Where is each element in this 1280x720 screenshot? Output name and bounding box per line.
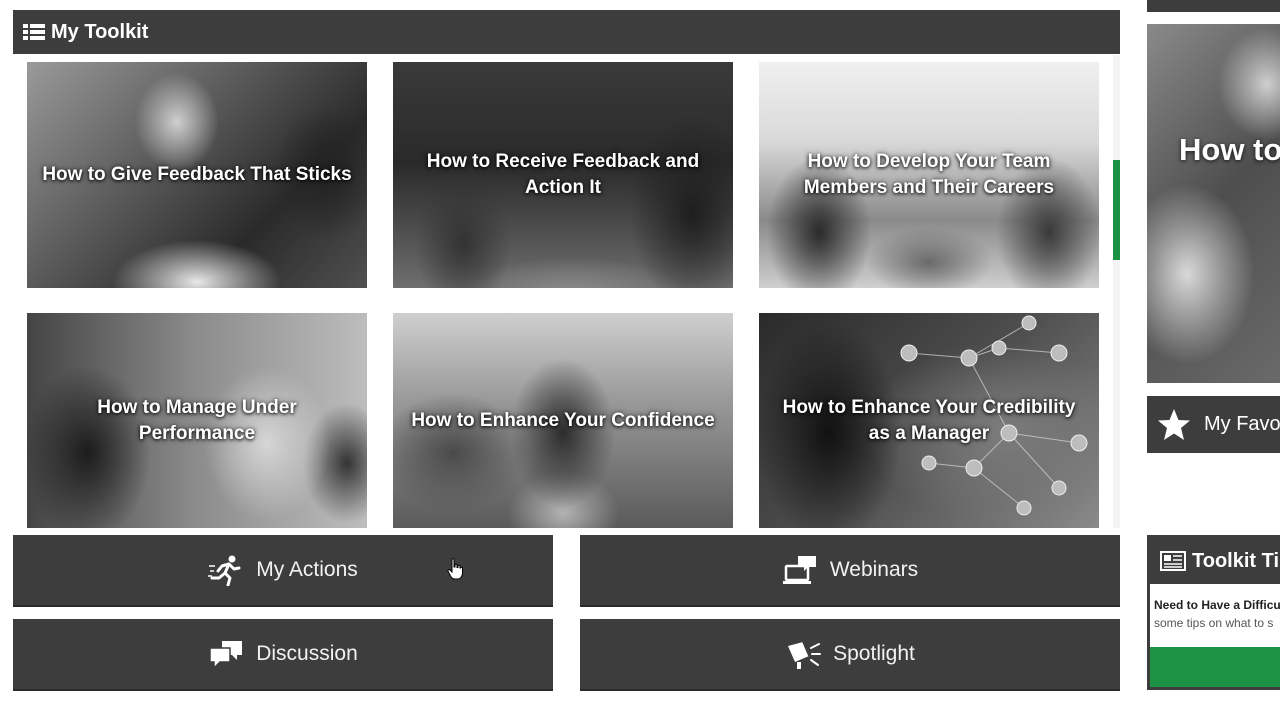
tips-text: some tips on what to s: [1154, 616, 1274, 630]
chat-bubbles-icon: [209, 641, 243, 670]
scrollbar-thumb[interactable]: [1113, 160, 1120, 260]
list-icon: [23, 24, 45, 40]
toolkit-tile-credibility[interactable]: How to Enhance Your Credibility as a Man…: [759, 313, 1099, 528]
toolkit-tile-receive-feedback[interactable]: How to Receive Feedback and Action It: [393, 62, 733, 288]
tips-action-bar[interactable]: [1150, 647, 1280, 687]
hand-cursor-icon: [447, 558, 463, 580]
webinars-button[interactable]: Webinars: [580, 535, 1120, 607]
toolkit-tips-title: Toolkit Tip: [1192, 549, 1280, 572]
tile-title: How to Manage Under Performance: [97, 396, 297, 444]
discussion-button[interactable]: Discussion: [13, 619, 553, 691]
toolkit-tips-panel: Toolkit Tip Need to Have a Difficul some…: [1147, 535, 1280, 690]
spotlight-label: Spotlight: [833, 642, 915, 665]
spotlight-button[interactable]: Spotlight: [580, 619, 1120, 691]
toolkit-tile-give-feedback[interactable]: How to Give Feedback That Sticks: [27, 62, 367, 288]
webinars-label: Webinars: [829, 558, 919, 581]
toolkit-tile-under-performance[interactable]: How to Manage Under Performance: [27, 313, 367, 528]
banner-title: How to: [1179, 132, 1280, 167]
tile-title: How to Receive Feedback and Action It: [426, 151, 700, 198]
tips-question[interactable]: Need to Have a Difficul: [1154, 598, 1280, 612]
toolkit-tile-confidence[interactable]: How to Enhance Your Confidence: [393, 313, 733, 528]
tile-title: How to Enhance Your Confidence: [411, 409, 715, 431]
discussion-label: Discussion: [256, 642, 358, 665]
toolkit-scrollbar[interactable]: [1113, 55, 1120, 528]
tile-title: How to Give Feedback That Sticks: [42, 164, 352, 185]
spotlight-icon: [788, 641, 822, 669]
tile-title: How to Enhance Your Credibility as a Man…: [782, 396, 1076, 444]
toolkit-tips-header: Toolkit Tip: [1150, 538, 1280, 584]
my-actions-label: My Actions: [256, 558, 358, 581]
star-icon: [1158, 408, 1190, 440]
running-person-icon: [208, 555, 241, 586]
favourites-label: My Favo: [1204, 413, 1280, 435]
tile-title: How to Develop Your Team Members and The…: [803, 151, 1055, 198]
newspaper-icon: [1160, 551, 1186, 571]
right-column-top-bar: [1147, 0, 1280, 12]
laptop-chat-icon: [782, 556, 816, 584]
my-favourites-header[interactable]: My Favo: [1147, 396, 1280, 453]
toolkit-title: My Toolkit: [51, 20, 149, 43]
featured-banner[interactable]: How to: [1147, 24, 1280, 383]
my-actions-button[interactable]: My Actions: [13, 535, 553, 607]
toolkit-header: My Toolkit: [13, 10, 1120, 54]
toolkit-tile-develop-team[interactable]: How to Develop Your Team Members and The…: [759, 62, 1099, 288]
